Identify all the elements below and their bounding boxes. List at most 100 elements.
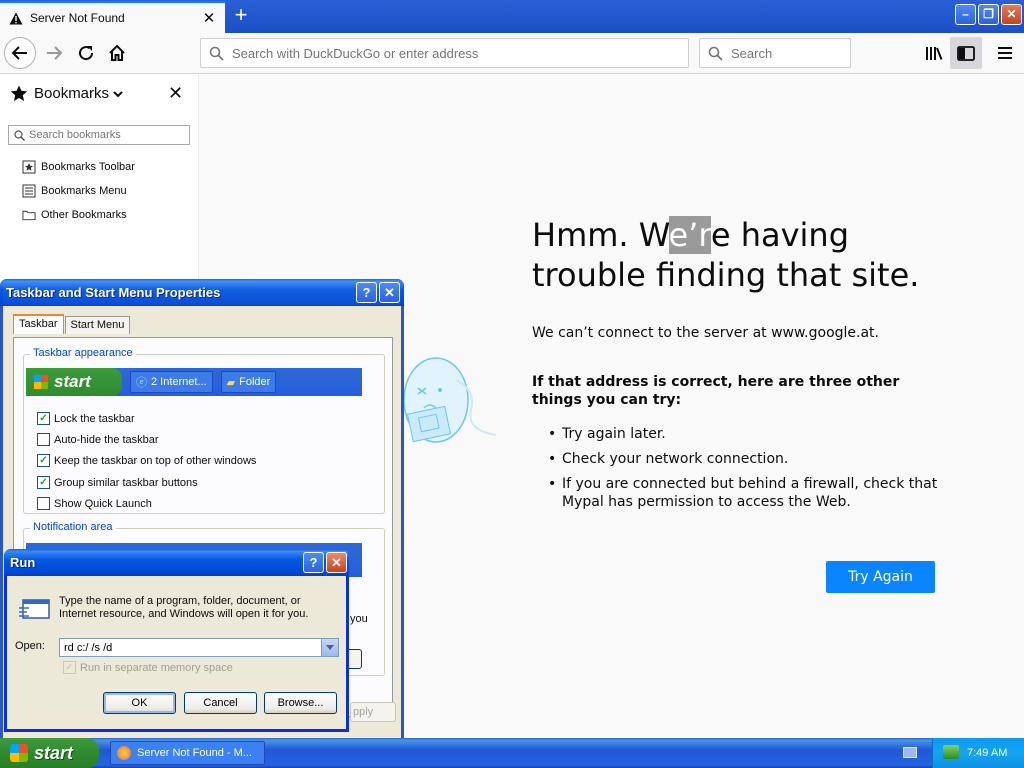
ok-button[interactable]: OK xyxy=(103,692,176,714)
error-suggestions-heading: If that address is correct, here are thr… xyxy=(532,374,900,408)
bookmarks-search-input[interactable] xyxy=(29,129,179,141)
library-button[interactable] xyxy=(918,37,950,69)
error-mascot-illustration xyxy=(403,357,497,443)
star-icon xyxy=(10,85,28,101)
warning-icon xyxy=(8,10,24,26)
sidebar-item-bookmarks-toolbar[interactable]: Bookmarks Toolbar xyxy=(22,160,135,174)
dialog-titlebar[interactable]: Run xyxy=(4,549,349,576)
menu-button[interactable] xyxy=(989,37,1021,69)
hamburger-menu-icon xyxy=(998,47,1012,59)
folder-icon xyxy=(22,208,36,222)
run-description: Type the name of a program, folder, docu… xyxy=(59,595,309,620)
lock-taskbar-checkbox[interactable]: ✓ Lock the taskbar xyxy=(37,412,135,425)
sidebar-header[interactable]: Bookmarks xyxy=(10,85,123,102)
sidebar-item-label: Other Bookmarks xyxy=(41,209,127,221)
list-item: If you are connected but behind a firewa… xyxy=(548,475,938,511)
bookmarks-search-box[interactable] xyxy=(8,125,190,145)
keep-on-top-checkbox[interactable]: ✓ Keep the taskbar on top of other window… xyxy=(37,454,256,467)
windows-taskbar: start Server Not Found - M... 7:49 AM xyxy=(0,738,1024,768)
cancel-button[interactable]: Cancel xyxy=(184,692,257,714)
sidebar-close-button[interactable]: ✕ xyxy=(168,83,183,104)
help-button[interactable]: ? xyxy=(303,552,324,573)
sidebar-item-label: Bookmarks Menu xyxy=(41,185,127,197)
sidebar-toggle-button[interactable] xyxy=(950,37,982,69)
help-button[interactable]: ? xyxy=(356,282,377,303)
sidebar-item-other-bookmarks[interactable]: Other Bookmarks xyxy=(22,208,127,222)
error-suggestions-list: Try again later. Check your network conn… xyxy=(548,425,938,518)
forward-arrow-icon xyxy=(47,46,63,60)
dialog-titlebar[interactable]: Taskbar and Start Menu Properties xyxy=(0,279,404,306)
run-program-icon xyxy=(19,599,50,619)
preview-task-folder: ▰ Folder xyxy=(220,371,277,393)
clock: 7:49 AM xyxy=(967,747,1008,759)
browse-button[interactable]: Browse... xyxy=(264,692,337,714)
tab-start-menu[interactable]: Start Menu xyxy=(64,316,131,334)
run-dialog: Run ? ✕ Type the name of a program, fold… xyxy=(4,549,349,732)
quick-launch-checkbox[interactable]: Show Quick Launch xyxy=(37,497,152,510)
home-button[interactable] xyxy=(101,37,133,69)
tab-taskbar[interactable]: Taskbar xyxy=(13,314,64,334)
try-again-button[interactable]: Try Again xyxy=(826,561,935,593)
taskbar-appearance-group: Taskbar appearance start ⓔ 2 Internet... … xyxy=(23,347,385,514)
dialog-title: Run xyxy=(10,555,36,570)
windows-flag-icon xyxy=(10,744,28,762)
new-tab-button[interactable]: + xyxy=(229,4,253,28)
preview-start-button: start xyxy=(26,368,122,396)
sidebar-icon xyxy=(957,45,975,61)
navigation-toolbar xyxy=(0,33,1024,74)
run-dialog-body: Type the name of a program, folder, docu… xyxy=(7,576,346,729)
list-item: Try again later. xyxy=(548,425,938,443)
dialog-title: Taskbar and Start Menu Properties xyxy=(6,285,221,300)
url-bar[interactable] xyxy=(200,38,689,68)
tab-server-not-found[interactable]: Server Not Found ✕ xyxy=(0,1,225,33)
dialog-close-button[interactable]: ✕ xyxy=(326,552,347,573)
sidebar-title: Bookmarks xyxy=(34,85,110,102)
taskbar-item-browser[interactable]: Server Not Found - M... xyxy=(110,741,265,765)
separate-memory-checkbox: ✓ Run in separate memory space xyxy=(63,661,233,674)
network-icon[interactable] xyxy=(943,745,959,759)
folder-icon: ▰ xyxy=(226,376,236,389)
chevron-down-icon[interactable] xyxy=(321,639,338,656)
home-icon xyxy=(109,44,125,61)
url-input[interactable] xyxy=(232,45,652,61)
back-arrow-icon xyxy=(11,46,27,60)
dialog-close-button[interactable]: ✕ xyxy=(379,282,400,303)
ie-icon: ⓔ xyxy=(136,377,147,389)
start-button[interactable]: start xyxy=(0,738,99,768)
error-description: We can’t connect to the server at www.go… xyxy=(532,325,879,341)
search-icon xyxy=(209,46,224,61)
windows-flag-icon xyxy=(34,375,48,389)
partial-text: you xyxy=(350,613,368,625)
reload-button[interactable] xyxy=(70,37,102,69)
open-input[interactable] xyxy=(64,641,314,654)
search-bar[interactable] xyxy=(699,38,851,68)
error-title: Hmm. We’re having trouble finding that s… xyxy=(532,216,920,294)
browser-icon xyxy=(117,746,131,760)
auto-hide-checkbox[interactable]: Auto-hide the taskbar xyxy=(37,433,159,446)
open-combobox[interactable] xyxy=(59,638,339,657)
tab-strip: Server Not Found ✕ + – ❐ ✕ xyxy=(0,0,1024,33)
apply-button[interactable]: pply xyxy=(350,702,396,722)
window-close-button[interactable]: ✕ xyxy=(1001,4,1022,25)
back-button[interactable] xyxy=(4,37,36,69)
window-minimize-button[interactable]: – xyxy=(955,4,976,25)
reload-icon xyxy=(79,46,94,61)
chevron-down-icon xyxy=(113,90,123,97)
tab-title: Server Not Found xyxy=(30,11,125,25)
library-icon xyxy=(926,47,943,60)
tab-close-icon[interactable]: ✕ xyxy=(201,9,217,27)
search-icon xyxy=(708,46,723,61)
group-label: Notification area xyxy=(30,521,116,533)
search-icon xyxy=(14,129,25,141)
group-buttons-checkbox[interactable]: ✓ Group similar taskbar buttons xyxy=(37,476,198,489)
keyboard-icon[interactable] xyxy=(903,747,917,758)
dialog-tabs: Taskbar Start Menu xyxy=(13,314,131,334)
window-maximize-button[interactable]: ❐ xyxy=(978,4,999,25)
taskbar-preview: start ⓔ 2 Internet... ▰ Folder xyxy=(26,368,362,396)
search-input[interactable] xyxy=(731,45,831,61)
sidebar-item-label: Bookmarks Toolbar xyxy=(41,161,135,173)
bookmarks-toolbar-icon xyxy=(22,160,36,174)
sidebar-item-bookmarks-menu[interactable]: Bookmarks Menu xyxy=(22,184,127,198)
forward-button[interactable] xyxy=(38,37,70,69)
system-tray: 7:49 AM xyxy=(932,738,1024,768)
